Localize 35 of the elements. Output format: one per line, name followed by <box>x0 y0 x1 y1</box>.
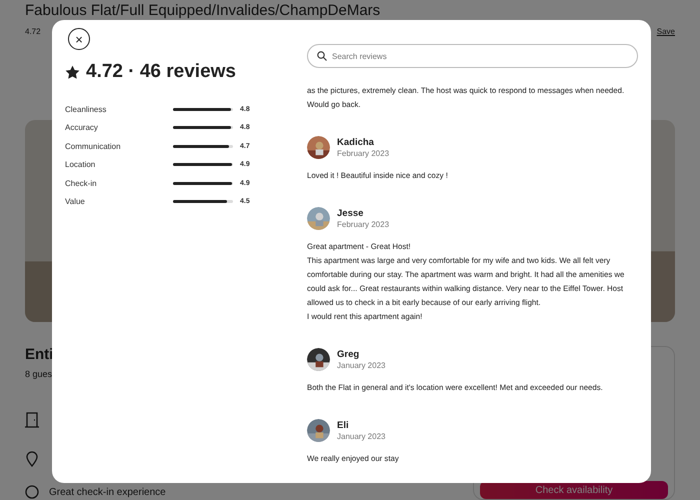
category-label: Cleanliness <box>65 104 108 114</box>
search-field[interactable]: Search reviews <box>307 44 638 68</box>
listing-title: Fabulous Flat/Full Equipped/Invalides/ChampDeMars <box>25 2 382 19</box>
category-label: Check-in <box>65 178 98 188</box>
close-button[interactable]: × <box>68 28 90 50</box>
category-label: Value <box>65 197 86 206</box>
feature-text: Great check-in experience <box>49 486 166 498</box>
reviewer-name: Jesse <box>337 208 364 219</box>
listing-rating: 4.72 <box>25 26 41 36</box>
review-date: January 2023 <box>337 432 386 441</box>
category-label: Location <box>65 160 96 170</box>
rating-bar <box>173 126 233 130</box>
review-date: February 2023 <box>337 149 390 158</box>
listing-heading: Enti <box>25 346 54 363</box>
category-label: Communication <box>65 142 122 151</box>
rating-bar <box>173 144 233 148</box>
guest-count: 8 gues <box>25 369 52 379</box>
reviewer-name: Eli <box>337 420 350 431</box>
door-icon <box>25 412 39 428</box>
review-date: January 2023 <box>337 361 386 370</box>
review-summary: 4.72 · 46 reviews <box>86 61 236 83</box>
star-icon <box>65 64 80 80</box>
search-icon <box>317 51 327 61</box>
category-label: Accuracy <box>65 123 99 132</box>
check-availability-button[interactable]: Check availability <box>480 481 668 499</box>
save-link[interactable]: Save <box>656 26 675 36</box>
circle-icon <box>25 485 39 499</box>
reviewer-name: Kadicha <box>337 137 375 148</box>
rating-bar <box>173 200 233 204</box>
rating-bar <box>173 182 233 185</box>
location-pin-icon <box>25 451 39 467</box>
review-date: February 2023 <box>337 220 390 229</box>
rating-bar <box>173 163 233 166</box>
reviewer-name: Greg <box>337 349 360 360</box>
rating-bar <box>173 108 233 111</box>
